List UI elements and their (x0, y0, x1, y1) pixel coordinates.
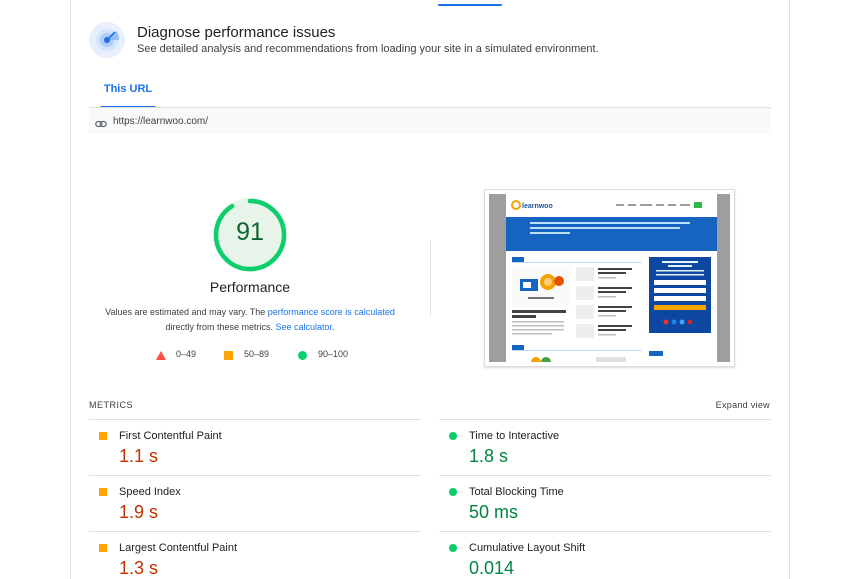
green-circle-icon (298, 351, 307, 362)
metric-value: 0.014 (469, 558, 515, 578)
metric-value: 1.1 s (119, 446, 159, 466)
legend-label: 0–49 (176, 349, 197, 359)
screenshot-thumbnail: learnwoo (506, 200, 717, 362)
score-disclaimer: Values are estimated and may vary. The p… (100, 305, 400, 335)
green-circle-icon (449, 544, 457, 552)
orange-square-icon (99, 488, 107, 496)
performance-gauge[interactable]: 91 (213, 198, 287, 272)
page-screenshot[interactable]: learnwoo (484, 189, 735, 367)
disclaimer-text-3: . (332, 322, 335, 332)
page-subtitle: See detailed analysis and recommendation… (137, 43, 599, 55)
score-calculated-link[interactable]: performance score is calculated (268, 307, 395, 317)
link-icon (95, 116, 107, 134)
metric-cumulative-layout-shift[interactable]: Cumulative Layout Shift 0.014 (439, 531, 771, 579)
performance-score: 91 (236, 218, 264, 246)
url-text[interactable]: https://learnwoo.com/ (113, 116, 208, 127)
metric-value: 1.8 s (469, 446, 509, 466)
metric-label: First Contentful Paint (119, 430, 222, 442)
section-divider (430, 240, 431, 316)
metric-total-blocking-time[interactable]: Total Blocking Time 50 ms (439, 475, 771, 531)
metric-first-contentful-paint[interactable]: First Contentful Paint 1.1 s (89, 419, 421, 475)
top-tab-indicator (438, 4, 502, 6)
score-legend: 0–49 50–89 90–100 (156, 349, 416, 363)
screenshot-page: learnwoo (506, 194, 717, 362)
page-title: Diagnose performance issues (137, 24, 336, 41)
disclaimer-text-2: directly from these metrics. (165, 322, 276, 332)
green-circle-icon (449, 488, 457, 496)
see-calculator-link[interactable]: See calculator (275, 322, 332, 332)
orange-square-icon (99, 432, 107, 440)
legend-label: 90–100 (318, 349, 349, 359)
diagnose-header: Diagnose performance issues See detailed… (89, 22, 789, 62)
red-triangle-icon (156, 351, 166, 362)
radar-icon (89, 22, 125, 58)
metric-speed-index[interactable]: Speed Index 1.9 s (89, 475, 421, 531)
expand-view-button[interactable]: Expand view (700, 400, 770, 410)
metric-value: 1.9 s (119, 502, 159, 522)
metric-label: Time to Interactive (469, 430, 560, 442)
legend-label: 50–89 (244, 349, 270, 359)
tab-this-url[interactable]: This URL (100, 83, 156, 108)
metric-label: Speed Index (119, 486, 181, 498)
disclaimer-text-1: Values are estimated and may vary. The (105, 307, 268, 317)
metrics-title: METRICS (89, 400, 133, 410)
screenshot-viewport: learnwoo (489, 194, 730, 362)
green-circle-icon (449, 432, 457, 440)
metric-label: Cumulative Layout Shift (469, 542, 586, 554)
performance-label: Performance (209, 279, 291, 295)
metric-label: Total Blocking Time (469, 486, 564, 498)
metric-value: 50 ms (469, 502, 519, 522)
tab-label: This URL (103, 83, 153, 95)
metric-value: 1.3 s (119, 558, 159, 578)
metric-largest-contentful-paint[interactable]: Largest Contentful Paint 1.3 s (89, 531, 421, 579)
svg-text:learnwoo: learnwoo (522, 203, 553, 210)
url-bar: https://learnwoo.com/ (89, 108, 771, 134)
metric-time-to-interactive[interactable]: Time to Interactive 1.8 s (439, 419, 771, 475)
metric-label: Largest Contentful Paint (119, 542, 238, 554)
orange-square-icon (99, 544, 107, 552)
orange-square-icon (224, 351, 233, 362)
